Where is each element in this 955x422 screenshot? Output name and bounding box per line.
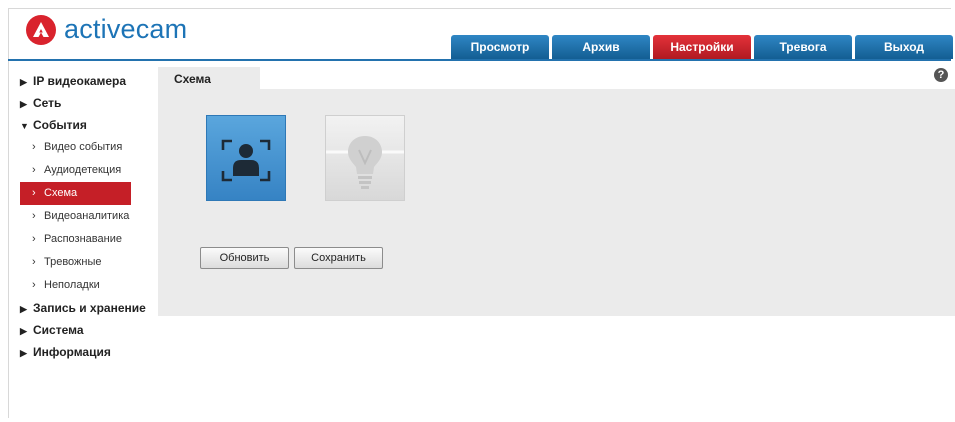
sidebar-item-label: IP видеокамера bbox=[33, 74, 127, 88]
expand-arrow-icon: ▶ bbox=[20, 77, 27, 87]
help-icon[interactable]: ? bbox=[934, 68, 948, 82]
sidebar-item-information[interactable]: ▶ Информация bbox=[20, 341, 160, 363]
sidebar-item-label: Запись и хранение bbox=[33, 301, 146, 315]
chevron-right-icon: › bbox=[32, 187, 36, 199]
logo-mark-icon bbox=[26, 14, 56, 45]
chevron-right-icon: › bbox=[32, 210, 36, 222]
chevron-right-icon: › bbox=[32, 233, 36, 245]
content-body: Обновить Сохранить bbox=[158, 89, 955, 316]
tab-alarm[interactable]: Тревога bbox=[754, 35, 852, 59]
top-navigation: Просмотр Архив Настройки Тревога Выход bbox=[451, 35, 953, 59]
sidebar-item-events[interactable]: ▼ События bbox=[20, 114, 160, 136]
light-bulb-tile[interactable] bbox=[326, 116, 404, 200]
sidebar-subitem-video-events[interactable]: › Видео события bbox=[20, 136, 131, 159]
sidebar-item-label: События bbox=[33, 118, 87, 132]
expand-arrow-icon: ▶ bbox=[20, 326, 27, 336]
tab-archive[interactable]: Архив bbox=[552, 35, 650, 59]
tab-settings[interactable]: Настройки bbox=[653, 35, 751, 59]
chevron-right-icon: › bbox=[32, 279, 36, 291]
sidebar-subitem-scheme[interactable]: › Схема bbox=[20, 182, 131, 205]
content-panel: Схема ? Обновить Сохранить bbox=[158, 67, 955, 316]
light-bulb-icon bbox=[326, 136, 404, 189]
sidebar-subitem-faults[interactable]: › Неполадки bbox=[20, 274, 131, 297]
save-button[interactable]: Сохранить bbox=[294, 247, 383, 269]
sidebar-subitem-audio-detection[interactable]: › Аудиодетекция bbox=[20, 159, 131, 182]
collapse-arrow-icon: ▼ bbox=[20, 121, 29, 131]
sidebar-item-label: Сеть bbox=[33, 96, 62, 110]
sidebar-menu: ▶ IP видеокамера ▶ Сеть ▼ События › Видео со… bbox=[20, 70, 160, 363]
sidebar-item-ip-camera[interactable]: ▶ IP видеокамера bbox=[20, 70, 160, 92]
tab-scheme[interactable]: Схема bbox=[158, 67, 260, 89]
sidebar-item-network[interactable]: ▶ Сеть bbox=[20, 92, 160, 114]
sidebar-subitem-recognition[interactable]: › Распознавание bbox=[20, 228, 131, 251]
expand-arrow-icon: ▶ bbox=[20, 304, 27, 314]
refresh-button[interactable]: Обновить bbox=[200, 247, 289, 269]
sidebar-item-label: Информация bbox=[33, 345, 111, 359]
chevron-right-icon: › bbox=[32, 141, 36, 153]
sidebar-item-label: Система bbox=[33, 323, 84, 337]
content-tabbar: Схема ? bbox=[158, 67, 955, 89]
expand-arrow-icon: ▶ bbox=[20, 348, 27, 358]
sidebar-item-recording-storage[interactable]: ▶ Запись и хранение bbox=[20, 297, 160, 319]
tab-view[interactable]: Просмотр bbox=[451, 35, 549, 59]
chevron-right-icon: › bbox=[32, 256, 36, 268]
face-detection-icon bbox=[221, 139, 271, 182]
sidebar-item-system[interactable]: ▶ Система bbox=[20, 319, 160, 341]
tab-logout[interactable]: Выход bbox=[855, 35, 953, 59]
nav-divider bbox=[8, 59, 951, 61]
brand-logo: activecam bbox=[26, 14, 187, 45]
chevron-right-icon: › bbox=[32, 164, 36, 176]
face-detection-tile[interactable] bbox=[207, 116, 285, 200]
sidebar-subitem-video-analytics[interactable]: › Видеоаналитика bbox=[20, 205, 131, 228]
brand-name: activecam bbox=[64, 14, 188, 44]
expand-arrow-icon: ▶ bbox=[20, 99, 27, 109]
sidebar-subitem-alarms[interactable]: › Тревожные bbox=[20, 251, 131, 274]
